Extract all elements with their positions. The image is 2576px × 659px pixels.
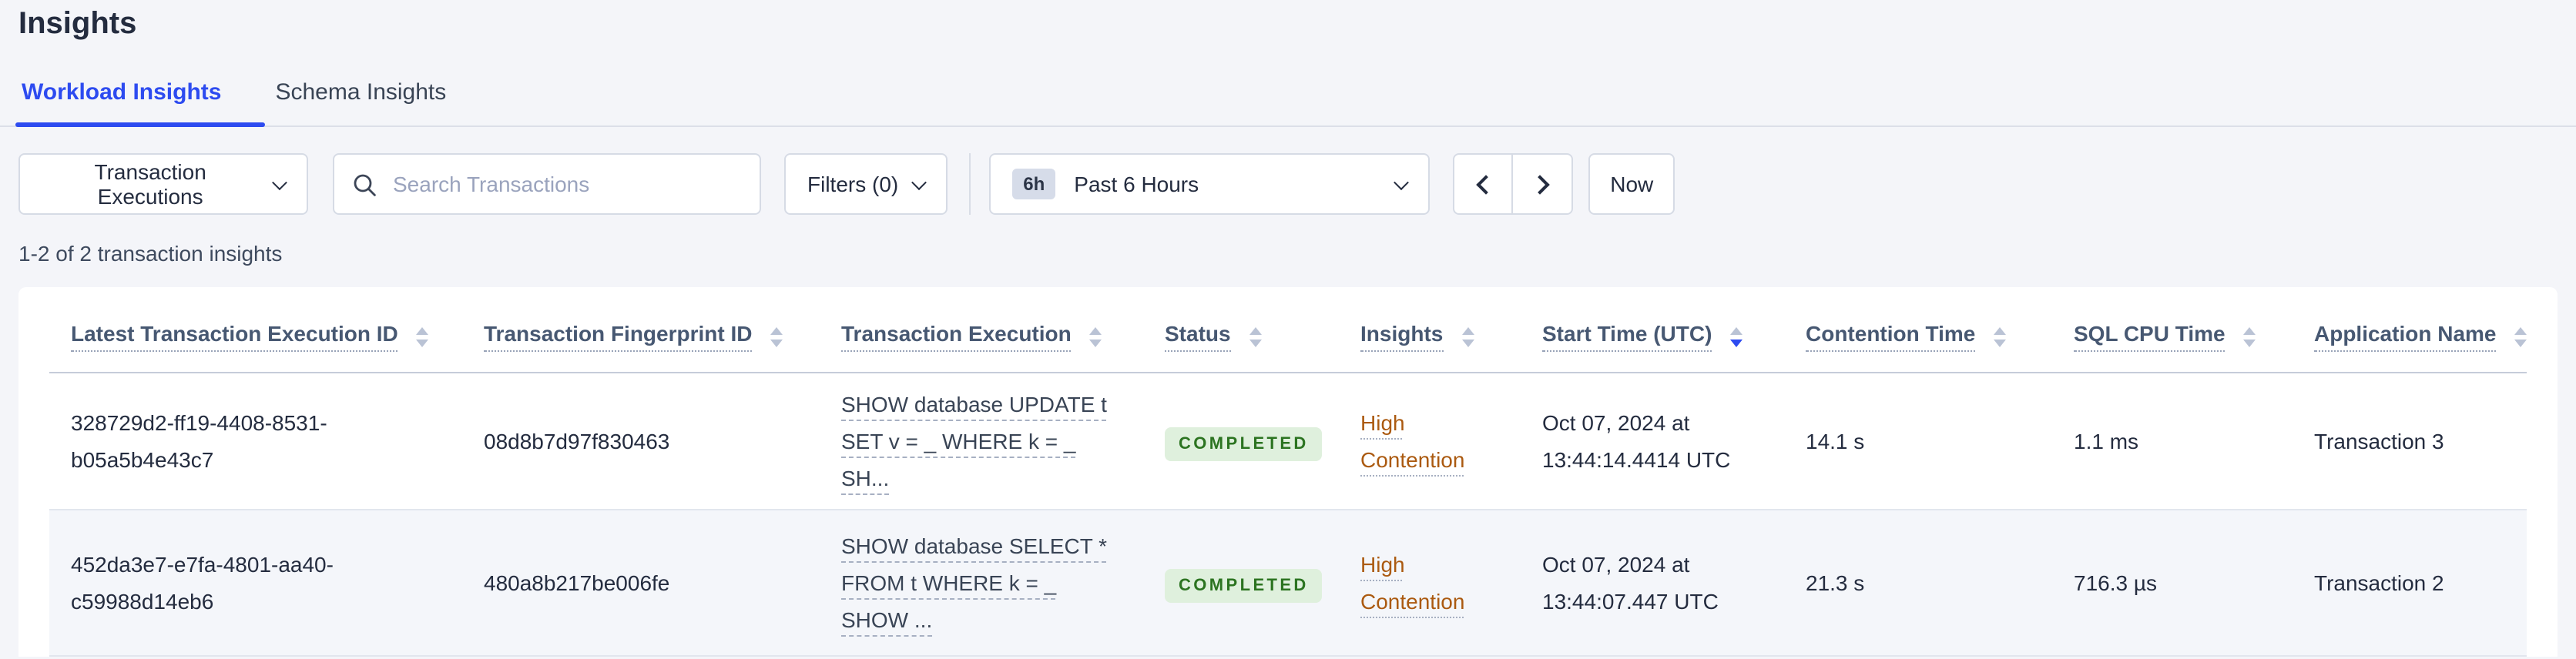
sort-icon [2514, 326, 2527, 346]
insights-tabs: Workload Insights Schema Insights [0, 79, 2576, 127]
tab-schema-insights-label: Schema Insights [275, 79, 447, 105]
insights-page: Insights Workload Insights Schema Insigh… [0, 7, 2576, 659]
insights-table-card: Latest Transaction Execution ID Transact… [18, 287, 2558, 657]
cell-start-time: Oct 07, 2024 at 13:44:07.447 UTC [1521, 510, 1784, 657]
tab-schema-insights[interactable]: Schema Insights [272, 79, 449, 125]
time-range-pager [1453, 153, 1574, 215]
cell-fingerprint-id: 08d8b7d97f830463 [462, 373, 820, 510]
insight-type-select[interactable]: Transaction Executions [18, 153, 308, 215]
sort-icon-active-desc [1730, 326, 1743, 346]
cell-sql-cpu-time: 716.3 µs [2052, 510, 2293, 657]
cell-contention-time: 21.3 s [1784, 510, 2052, 657]
cell-status: COMPLETED [1143, 510, 1339, 657]
search-box [333, 153, 761, 215]
cell-contention-time: 14.1 s [1784, 373, 2052, 510]
sort-icon [1089, 326, 1102, 346]
filters-button[interactable]: Filters (0) [784, 153, 948, 215]
chevron-down-icon [1394, 174, 1410, 190]
tab-workload-insights-label: Workload Insights [22, 79, 222, 105]
results-count: 1-2 of 2 transaction insights [18, 241, 283, 266]
active-tab-underline [15, 122, 265, 127]
column-header-contention-time[interactable]: Contention Time [1784, 287, 2052, 373]
chevron-right-icon [1529, 174, 1549, 194]
chevron-left-icon [1476, 174, 1496, 194]
column-header-latest-transaction-execution-id[interactable]: Latest Transaction Execution ID [49, 287, 462, 373]
sort-icon [1461, 326, 1474, 346]
cell-transaction-execution: SHOW database SELECT * FROM t WHERE k = … [820, 510, 1143, 657]
transaction-insights-table: Latest Transaction Execution ID Transact… [49, 287, 2527, 657]
time-range-badge: 6h [1012, 169, 1056, 199]
cell-application-name: Transaction 2 [2293, 510, 2527, 657]
filters-button-label: Filters (0) [807, 172, 899, 196]
chevron-down-icon [272, 174, 287, 189]
column-header-transaction-execution[interactable]: Transaction Execution [820, 287, 1143, 373]
status-badge: COMPLETED [1165, 568, 1323, 602]
cell-start-time: Oct 07, 2024 at 13:44:14.4414 UTC [1521, 373, 1784, 510]
cell-execution-id: 328729d2-ff19-4408-8531-b05a5b4e43c7 [49, 373, 462, 510]
search-input[interactable] [334, 155, 760, 213]
toolbar: Transaction Executions Filters (0) 6h Pa… [18, 153, 2558, 215]
column-header-sql-cpu-time[interactable]: SQL CPU Time [2052, 287, 2293, 373]
cell-application-name: Transaction 3 [2293, 373, 2527, 510]
toolbar-divider [969, 153, 971, 215]
column-header-insights[interactable]: Insights [1339, 287, 1521, 373]
cell-insights: High Contention [1339, 373, 1521, 510]
cell-insights: High Contention [1339, 510, 1521, 657]
now-button-label: Now [1610, 172, 1654, 196]
transaction-execution-link[interactable]: SHOW database UPDATE t SET v = _ WHERE k… [841, 392, 1107, 490]
sort-icon [416, 326, 429, 346]
page-title: Insights [18, 7, 137, 41]
column-header-start-time[interactable]: Start Time (UTC) [1521, 287, 1784, 373]
chevron-down-icon [911, 174, 927, 190]
sort-icon [2243, 326, 2256, 346]
insight-type-select-label: Transaction Executions [94, 159, 206, 209]
cell-sql-cpu-time: 1.1 ms [2052, 373, 2293, 510]
column-header-status[interactable]: Status [1143, 287, 1339, 373]
time-range-next-button[interactable] [1513, 155, 1571, 213]
time-range-picker[interactable]: 6h Past 6 Hours [989, 153, 1431, 215]
table-row: 452da3e7-e7fa-4801-aa40-c59988d14eb6 480… [49, 510, 2527, 657]
status-badge: COMPLETED [1165, 427, 1323, 460]
cell-fingerprint-id: 480a8b217be006fe [462, 510, 820, 657]
cell-execution-id: 452da3e7-e7fa-4801-aa40-c59988d14eb6 [49, 510, 462, 657]
column-header-transaction-fingerprint-id[interactable]: Transaction Fingerprint ID [462, 287, 820, 373]
insight-link[interactable]: High Contention [1360, 410, 1464, 472]
cell-status: COMPLETED [1143, 373, 1339, 510]
table-header-row: Latest Transaction Execution ID Transact… [49, 287, 2527, 373]
sort-icon [770, 326, 783, 346]
sort-icon [1249, 326, 1262, 346]
column-header-application-name[interactable]: Application Name [2293, 287, 2527, 373]
time-range-label: Past 6 Hours [1074, 172, 1199, 196]
tab-workload-insights[interactable]: Workload Insights [15, 79, 265, 127]
cell-transaction-execution: SHOW database UPDATE t SET v = _ WHERE k… [820, 373, 1143, 510]
search-icon [353, 173, 377, 206]
time-range-prev-button[interactable] [1454, 155, 1514, 213]
insight-link[interactable]: High Contention [1360, 552, 1464, 614]
transaction-execution-link[interactable]: SHOW database SELECT * FROM t WHERE k = … [841, 534, 1107, 632]
now-button[interactable]: Now [1588, 153, 1675, 215]
table-row: 328729d2-ff19-4408-8531-b05a5b4e43c7 08d… [49, 373, 2527, 510]
sort-icon [1994, 326, 2007, 346]
